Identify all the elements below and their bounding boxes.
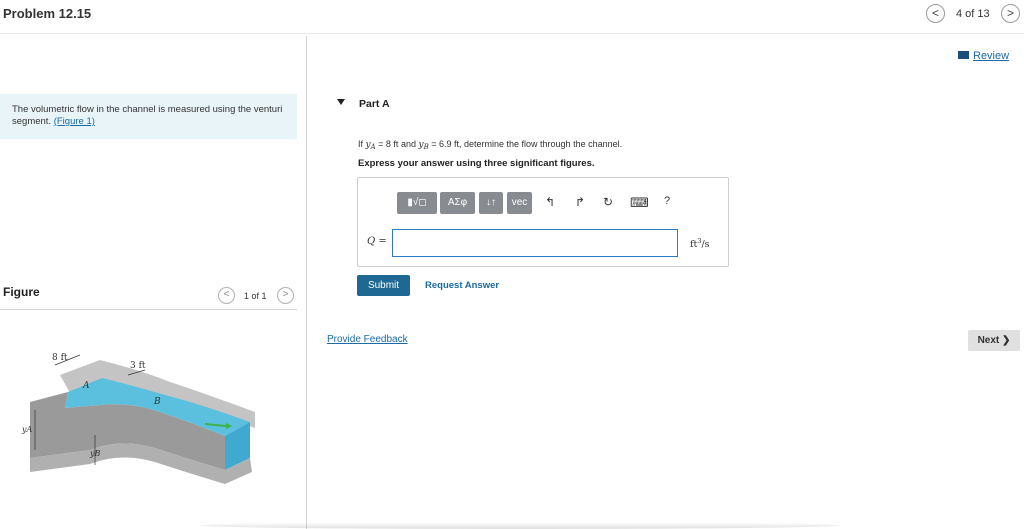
chevron-right-icon: > <box>282 289 289 300</box>
answer-input[interactable] <box>392 229 678 257</box>
q-symbol: Q <box>367 236 376 247</box>
top-bar: Problem 12.15 < 4 of 13 > <box>0 0 1024 34</box>
part-a-question: If yA = 8 ft and yB = 6.9 ft, determine … <box>358 139 622 151</box>
subscript-superscript-button[interactable]: ↓↑ <box>479 192 503 214</box>
equals-sign: = <box>375 236 387 247</box>
next-button[interactable]: Next ❯ <box>968 330 1020 351</box>
answer-instruction: Express your answer using three signific… <box>358 158 595 169</box>
figure-prev-button[interactable]: < <box>218 287 235 304</box>
width-a-label: 8 ft <box>52 353 68 363</box>
point-b-label: B <box>153 397 161 407</box>
figure-next-button[interactable]: > <box>277 287 294 304</box>
problem-intro: The volumetric flow in the channel is me… <box>0 94 297 139</box>
var-ya: yA <box>366 140 376 151</box>
greek-symbols-button[interactable]: ΑΣφ <box>440 192 475 214</box>
reset-icon[interactable]: ↻ <box>603 195 613 209</box>
width-b-label: 3 ft <box>130 361 146 371</box>
figure-link[interactable]: (Figure 1) <box>54 116 95 127</box>
problem-counter: 4 of 13 <box>956 8 990 20</box>
question-middle: and <box>398 139 419 149</box>
page-shadow <box>200 522 840 529</box>
unit-tail: /s <box>701 239 710 251</box>
venturi-channel-figure: 8 ft 3 ft A B yA yB <box>21 353 255 484</box>
figure-divider <box>0 309 297 310</box>
undo-icon[interactable]: ↰ <box>545 195 555 209</box>
question-prefix: If <box>358 139 366 149</box>
review-link[interactable]: Review <box>958 50 1009 62</box>
next-problem-button[interactable]: > <box>1001 4 1020 23</box>
chevron-left-icon: < <box>223 289 230 300</box>
review-label: Review <box>973 50 1010 62</box>
chevron-left-icon: < <box>931 6 939 20</box>
yb-value: = 6.9 ft <box>428 139 459 149</box>
provide-feedback-link[interactable]: Provide Feedback <box>327 334 408 345</box>
part-a-label[interactable]: Part A <box>359 98 390 110</box>
depth-a-label: yA <box>21 425 33 434</box>
request-answer-link[interactable]: Request Answer <box>425 280 499 291</box>
chevron-right-icon: > <box>1006 6 1014 20</box>
problem-title: Problem 12.15 <box>3 6 92 21</box>
submit-button[interactable]: Submit <box>357 275 410 296</box>
point-a-label: A <box>82 381 90 391</box>
templates-button[interactable]: ▮√◻ <box>397 192 437 214</box>
figure-counter: 1 of 1 <box>244 291 267 301</box>
book-icon <box>958 51 969 59</box>
depth-b-label: yB <box>89 449 101 458</box>
question-suffix: , determine the flow through the channel… <box>459 139 623 149</box>
prev-problem-button[interactable]: < <box>926 4 945 23</box>
collapse-caret-icon[interactable] <box>337 99 345 105</box>
redo-icon[interactable]: ↱ <box>575 195 585 209</box>
help-icon[interactable]: ? <box>664 195 670 207</box>
keyboard-icon[interactable]: ⌨ <box>630 195 649 211</box>
ya-value: = 8 ft <box>375 139 399 149</box>
figure-title: Figure <box>3 285 40 299</box>
intro-text: The volumetric flow in the channel is me… <box>12 104 283 127</box>
vector-button[interactable]: vec <box>507 192 532 214</box>
var-yb: yB <box>418 140 428 151</box>
answer-unit: ft3/s <box>690 237 710 250</box>
panel-divider <box>306 36 307 529</box>
answer-variable-label: Q = <box>367 236 387 247</box>
